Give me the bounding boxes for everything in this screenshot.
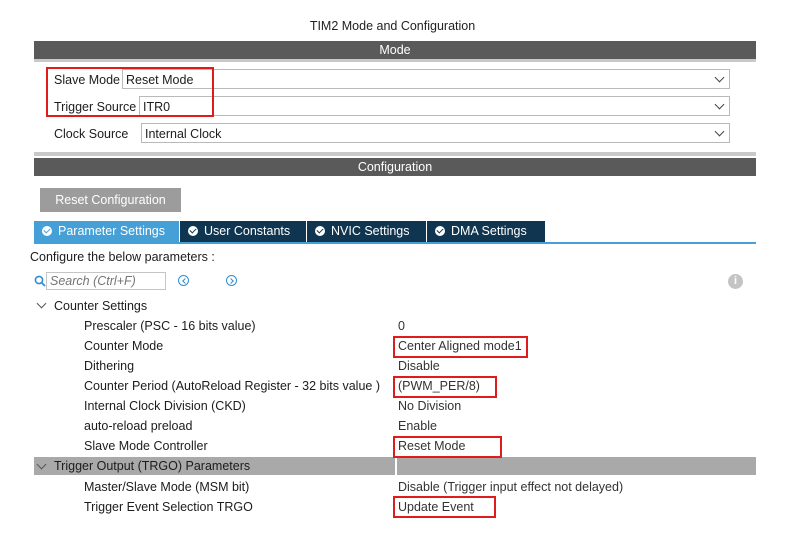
counter-period-highlight-box xyxy=(393,376,497,398)
tab-label: User Constants xyxy=(204,224,291,238)
window-title: TIM2 Mode and Configuration xyxy=(309,19,476,33)
instructions-text: Configure the below parameters : xyxy=(30,250,215,264)
check-circle-icon xyxy=(315,226,325,236)
counter-mode-highlight-box xyxy=(393,336,528,358)
param-trgo-event-name: Trigger Event Selection TRGO xyxy=(84,500,253,514)
reset-configuration-button[interactable]: Reset Configuration xyxy=(40,188,181,212)
param-dithering-value[interactable]: Disable xyxy=(398,359,440,373)
config-header-divider xyxy=(34,152,756,156)
param-clock-division-name: Internal Clock Division (CKD) xyxy=(84,399,246,413)
param-clock-division-value[interactable]: No Division xyxy=(398,399,461,413)
tab-label: DMA Settings xyxy=(451,224,527,238)
trgo-section-title[interactable]: Trigger Output (TRGO) Parameters xyxy=(54,459,250,473)
tab-label: NVIC Settings xyxy=(331,224,410,238)
search-icon[interactable] xyxy=(34,275,46,287)
trigger-source-select[interactable]: ITR0 xyxy=(139,96,730,116)
next-match-icon[interactable] xyxy=(226,275,237,286)
check-circle-icon xyxy=(42,226,52,236)
param-msm-value[interactable]: Disable (Trigger input effect not delaye… xyxy=(398,480,623,494)
tab-dma-settings[interactable]: DMA Settings xyxy=(427,221,546,242)
tab-label: Parameter Settings xyxy=(58,224,165,238)
search-input[interactable] xyxy=(46,272,166,290)
tab-parameter-settings[interactable]: Parameter Settings xyxy=(34,221,180,242)
param-slave-mode-controller-name: Slave Mode Controller xyxy=(84,439,208,453)
chevron-down-icon xyxy=(714,72,725,83)
trgo-event-highlight-box xyxy=(393,496,496,518)
collapse-chevron-icon[interactable] xyxy=(36,298,47,309)
trgo-column-separator xyxy=(395,457,397,475)
param-counter-mode-name: Counter Mode xyxy=(84,339,164,353)
chevron-down-icon xyxy=(714,99,725,110)
param-dithering-name: Dithering xyxy=(84,359,135,373)
tab-nvic-settings[interactable]: NVIC Settings xyxy=(307,221,427,242)
clock-source-select[interactable]: Internal Clock xyxy=(141,123,730,143)
mode-header-divider xyxy=(34,59,756,62)
info-icon[interactable]: i xyxy=(728,274,743,289)
mode-section-header: Mode xyxy=(34,41,756,59)
clock-source-value: Internal Clock xyxy=(145,127,222,141)
param-prescaler-value[interactable]: 0 xyxy=(398,319,405,333)
tab-user-constants[interactable]: User Constants xyxy=(180,221,307,242)
prev-match-icon[interactable] xyxy=(178,275,189,286)
clock-source-label: Clock Source xyxy=(54,127,129,141)
tab-underline xyxy=(34,242,756,244)
slave-mode-controller-highlight-box xyxy=(393,436,502,458)
mode-highlight-box xyxy=(46,67,214,117)
param-msm-name: Master/Slave Mode (MSM bit) xyxy=(84,480,250,494)
check-circle-icon xyxy=(188,226,198,236)
param-auto-reload-name: auto-reload preload xyxy=(84,419,193,433)
param-auto-reload-value[interactable]: Enable xyxy=(398,419,437,433)
chevron-down-icon xyxy=(714,126,725,137)
counter-settings-title[interactable]: Counter Settings xyxy=(54,299,147,313)
param-prescaler-name: Prescaler (PSC - 16 bits value) xyxy=(84,319,256,333)
param-counter-period-name: Counter Period (AutoReload Register - 32… xyxy=(84,379,380,393)
config-section-header: Configuration xyxy=(34,158,756,176)
check-circle-icon xyxy=(435,226,445,236)
